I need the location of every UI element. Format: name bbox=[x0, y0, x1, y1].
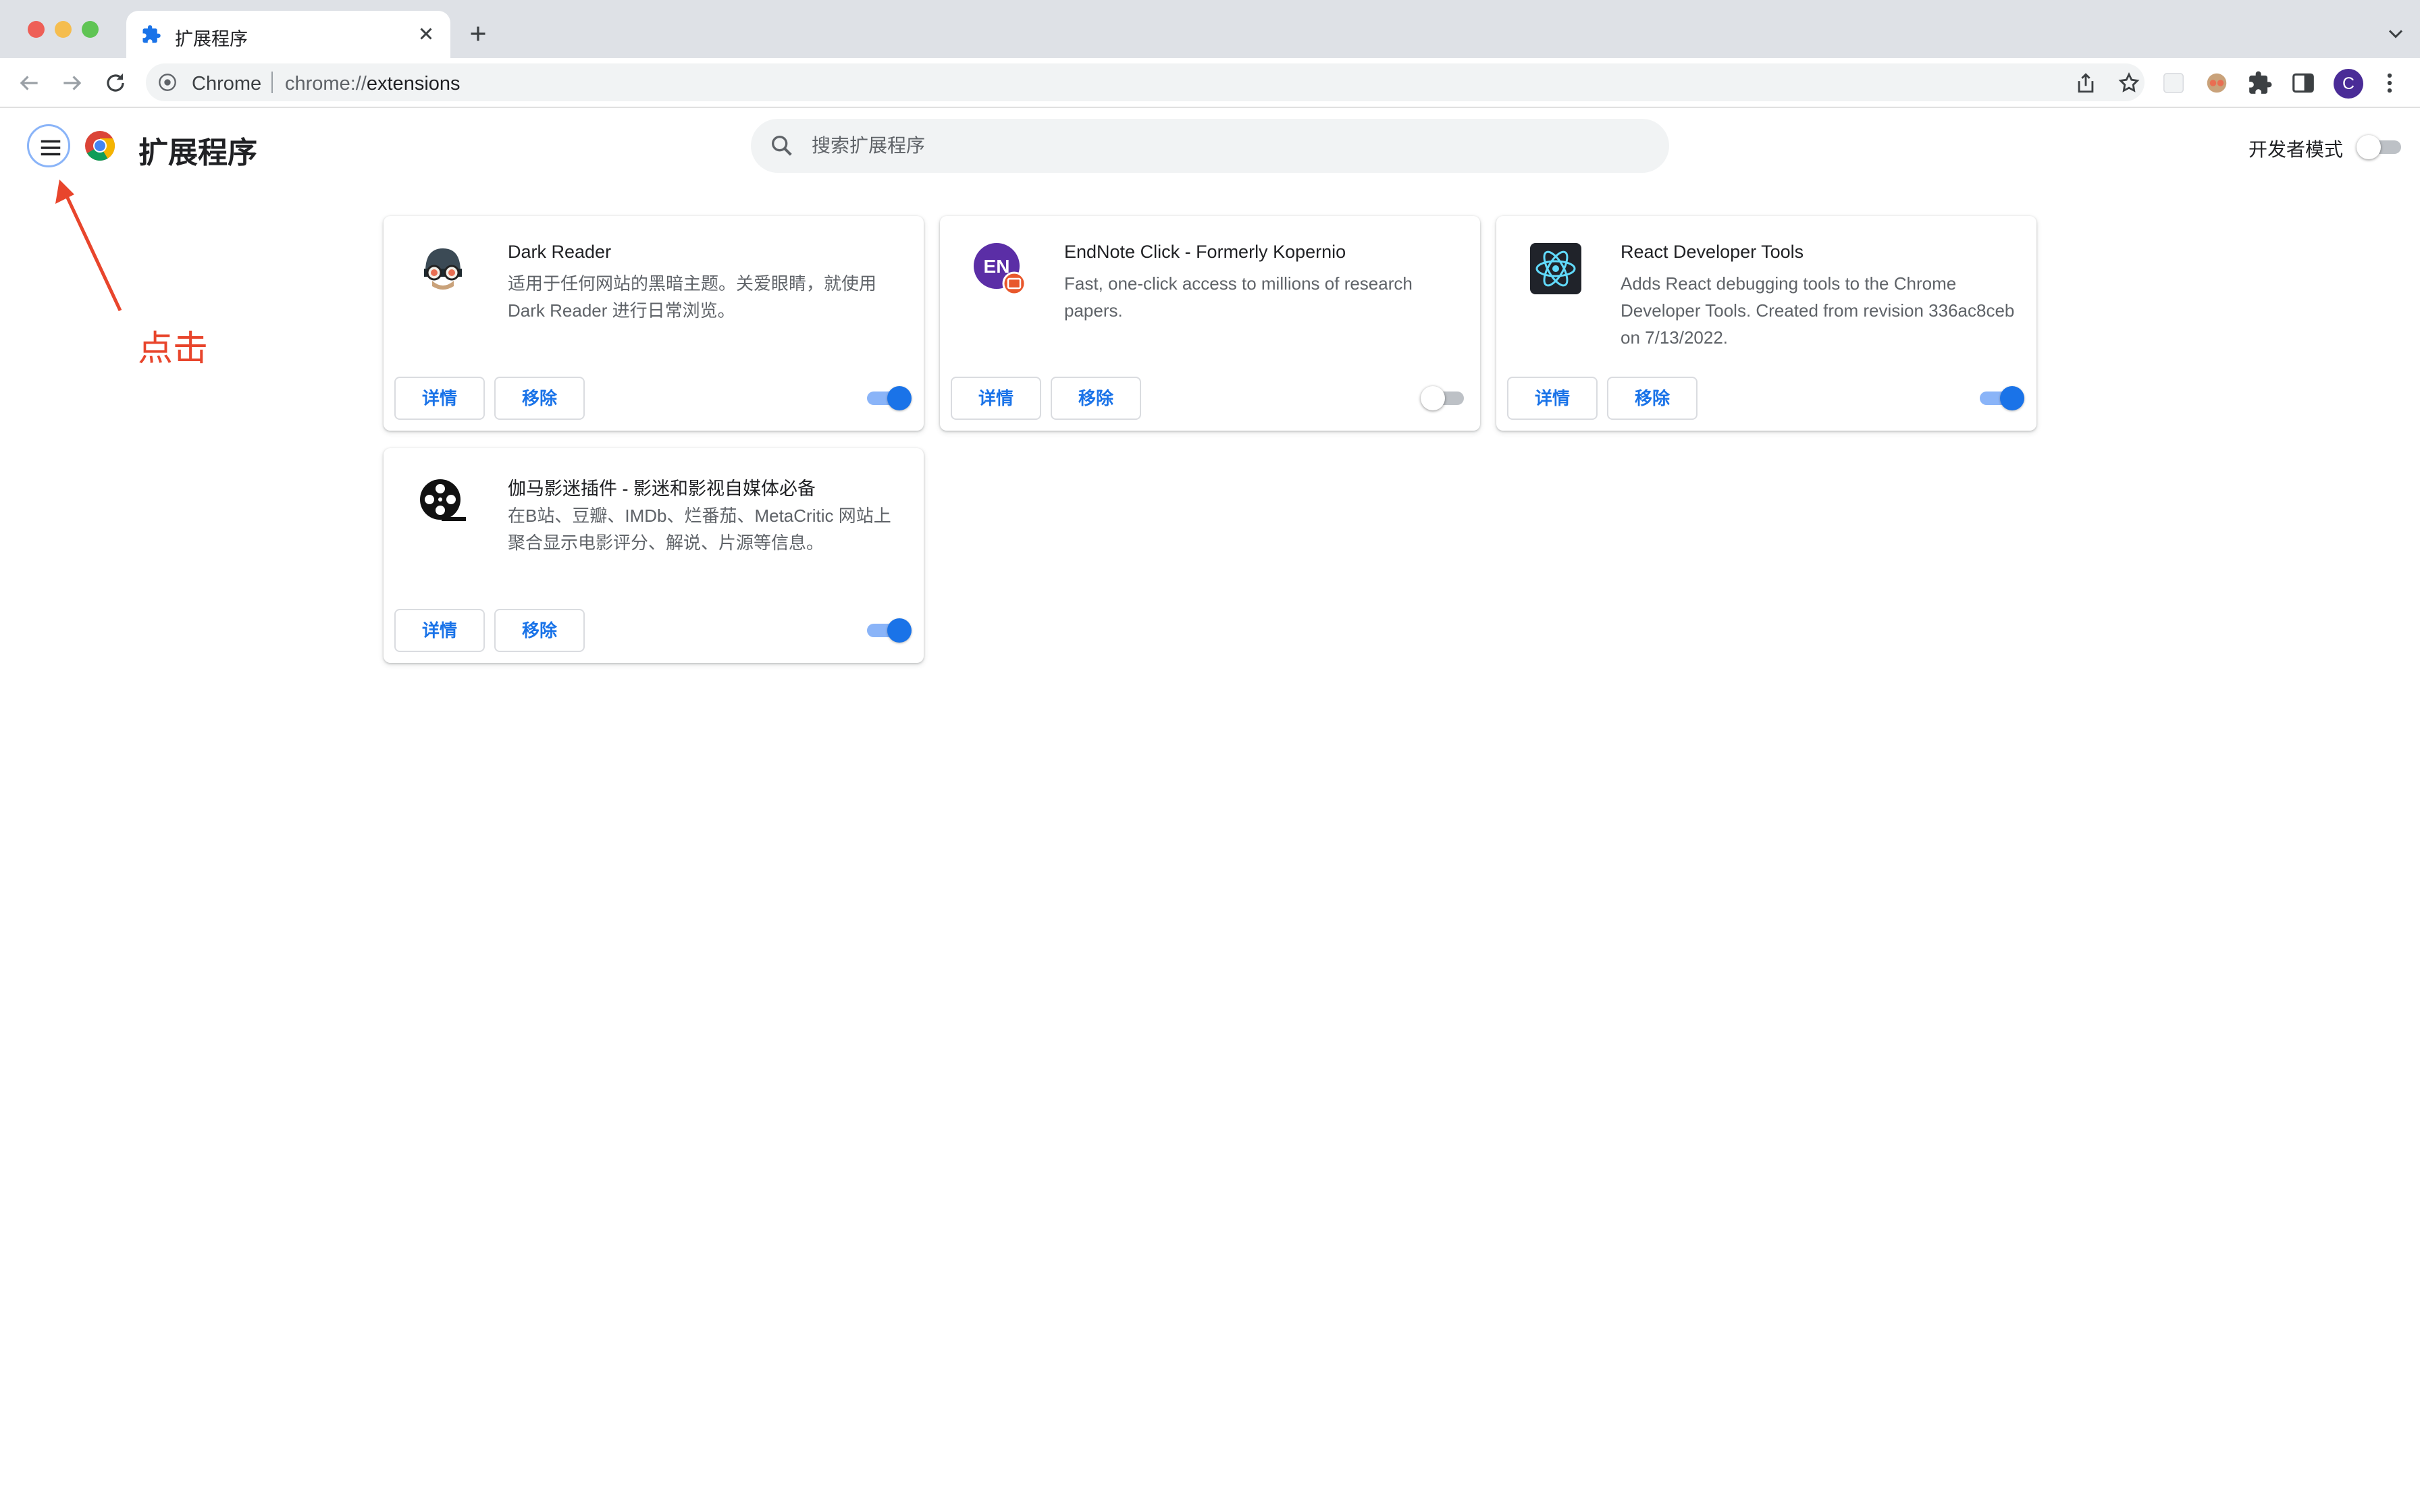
extension-description: Fast, one-click access to millions of re… bbox=[1064, 273, 1413, 321]
svg-text:EN: EN bbox=[984, 256, 1010, 277]
extension-description: Adds React debugging tools to the Chrome… bbox=[1621, 273, 2015, 348]
close-icon[interactable] bbox=[414, 22, 438, 46]
extension-name: EndNote Click - Formerly Kopernio bbox=[1064, 242, 1346, 262]
extension-card-dark-reader: Dark Reader 适用于任何网站的黑暗主题。关爱眼睛，就使用 Dark R… bbox=[384, 216, 924, 431]
page-title: 扩展程序 bbox=[138, 136, 257, 169]
forward-icon[interactable] bbox=[59, 70, 85, 96]
details-button[interactable]: 详情 bbox=[394, 609, 485, 652]
tab-extensions[interactable]: 扩展程序 bbox=[126, 11, 450, 58]
extension-description: 适用于任何网站的黑暗主题。关爱眼睛，就使用 Dark Reader 进行日常浏览… bbox=[508, 273, 877, 321]
bookmark-star-icon[interactable] bbox=[2118, 72, 2140, 94]
tab-title: 扩展程序 bbox=[175, 29, 248, 49]
remove-button[interactable]: 移除 bbox=[1607, 377, 1698, 420]
extension-enable-toggle[interactable] bbox=[867, 386, 912, 410]
annotation-arrow bbox=[55, 180, 122, 312]
new-tab-icon[interactable] bbox=[466, 22, 490, 46]
extension-name: React Developer Tools bbox=[1621, 242, 1804, 262]
extension-card-react-devtools: React Developer Tools Adds React debuggi… bbox=[1496, 216, 2036, 431]
react-icon bbox=[1530, 243, 1581, 294]
developer-mode-label: 开发者模式 bbox=[2248, 139, 2344, 160]
details-button[interactable]: 详情 bbox=[394, 377, 485, 420]
profile-avatar[interactable]: C bbox=[2334, 69, 2363, 99]
extension-enable-toggle[interactable] bbox=[1980, 386, 2024, 410]
hamburger-menu-icon bbox=[41, 140, 61, 156]
chrome-logo-icon bbox=[85, 131, 115, 161]
omnibox-separator bbox=[271, 72, 273, 93]
endnote-icon: EN bbox=[974, 243, 1026, 296]
remove-button[interactable]: 移除 bbox=[494, 609, 585, 652]
window-minimize-button[interactable] bbox=[55, 21, 72, 38]
main-menu-button[interactable] bbox=[27, 124, 70, 167]
search-icon bbox=[772, 136, 792, 156]
reload-icon[interactable] bbox=[103, 70, 128, 96]
extension-enable-toggle[interactable] bbox=[867, 618, 912, 643]
extension-placeholder-icon[interactable] bbox=[2161, 70, 2186, 96]
address-bar[interactable]: Chrome chrome://extensions bbox=[146, 63, 2145, 101]
window-close-button[interactable] bbox=[28, 21, 45, 38]
share-icon[interactable] bbox=[2074, 72, 2097, 94]
tab-strip: 扩展程序 bbox=[0, 0, 2420, 58]
side-panel-icon[interactable] bbox=[2290, 70, 2316, 96]
annotation-label: 点击 bbox=[138, 329, 209, 369]
site-label: Chrome bbox=[192, 73, 262, 94]
window-maximize-button[interactable] bbox=[82, 21, 99, 38]
chevron-down-icon[interactable] bbox=[2384, 22, 2408, 46]
extension-card-endnote-click: EN EndNote Click - Formerly Kopernio Fas… bbox=[940, 216, 1480, 431]
details-button[interactable]: 详情 bbox=[951, 377, 1041, 420]
browser-toolbar: Chrome chrome://extensions C bbox=[0, 58, 2420, 108]
details-button[interactable]: 详情 bbox=[1507, 377, 1598, 420]
developer-mode-toggle[interactable] bbox=[2357, 135, 2401, 159]
remove-button[interactable]: 移除 bbox=[494, 377, 585, 420]
extensions-puzzle-icon[interactable] bbox=[2247, 70, 2273, 96]
dark-reader-toolbar-icon[interactable] bbox=[2204, 70, 2230, 96]
dark-reader-icon bbox=[424, 248, 462, 290]
more-options-icon[interactable] bbox=[2377, 70, 2402, 96]
extension-name: 伽马影迷插件 - 影迷和影视自媒体必备 bbox=[508, 479, 816, 499]
puzzle-icon bbox=[142, 25, 161, 43]
extension-name: Dark Reader bbox=[508, 242, 612, 262]
extension-enable-toggle[interactable] bbox=[1421, 386, 1468, 410]
search-input[interactable] bbox=[812, 128, 1649, 163]
remove-button[interactable]: 移除 bbox=[1051, 377, 1141, 420]
url-text: chrome://extensions bbox=[285, 73, 461, 94]
film-reel-icon bbox=[420, 479, 466, 521]
chrome-site-icon bbox=[159, 74, 176, 91]
extension-card-gamma-movie: 伽马影迷插件 - 影迷和影视自媒体必备 在B站、豆瓣、IMDb、烂番茄、Meta… bbox=[384, 448, 924, 663]
back-icon[interactable] bbox=[16, 70, 42, 96]
extension-description: 在B站、豆瓣、IMDb、烂番茄、MetaCritic 网站上聚合显示电影评分、解… bbox=[508, 506, 891, 553]
search-box[interactable] bbox=[751, 119, 1669, 173]
